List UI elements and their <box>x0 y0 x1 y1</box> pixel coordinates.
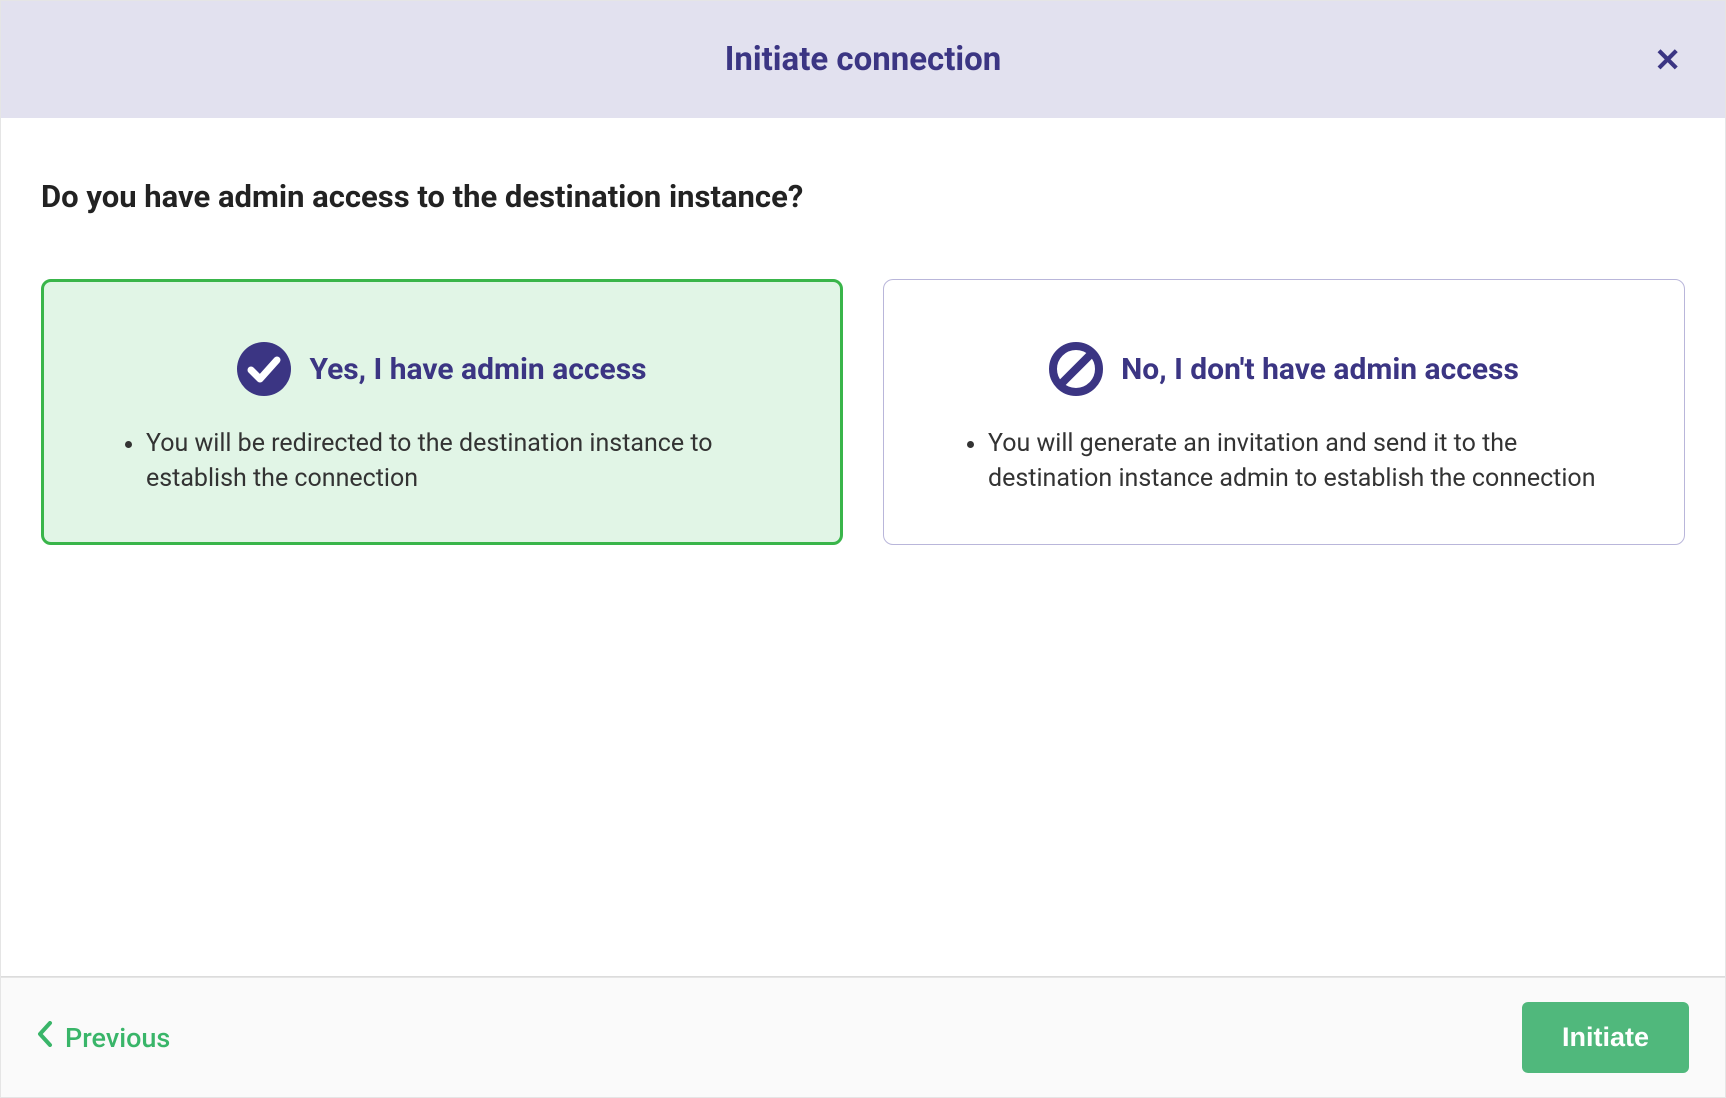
option-cards: Yes, I have admin access You will be red… <box>41 279 1685 545</box>
admin-access-question: Do you have admin access to the destinat… <box>41 178 1685 215</box>
modal-body: Do you have admin access to the destinat… <box>1 118 1725 976</box>
chevron-left-icon <box>37 1021 53 1054</box>
option-yes-bullet: You will be redirected to the destinatio… <box>146 426 784 496</box>
option-no-header: No, I don't have admin access <box>932 342 1636 396</box>
check-circle-icon <box>237 342 291 396</box>
option-yes-bullets: You will be redirected to the destinatio… <box>90 426 794 496</box>
option-no-bullets: You will generate an invitation and send… <box>932 426 1636 496</box>
option-yes-title: Yes, I have admin access <box>309 352 646 387</box>
close-icon: ✕ <box>1654 41 1681 79</box>
option-no-admin-access[interactable]: No, I don't have admin access You will g… <box>883 279 1685 545</box>
no-entry-icon <box>1049 342 1103 396</box>
initiate-button[interactable]: Initiate <box>1522 1002 1689 1073</box>
modal-footer: Previous Initiate <box>1 977 1725 1097</box>
close-button[interactable]: ✕ <box>1640 36 1695 84</box>
modal-title: Initiate connection <box>725 40 1002 79</box>
option-no-title: No, I don't have admin access <box>1121 352 1519 387</box>
option-yes-admin-access[interactable]: Yes, I have admin access You will be red… <box>41 279 843 545</box>
option-yes-header: Yes, I have admin access <box>90 342 794 396</box>
option-no-bullet: You will generate an invitation and send… <box>988 426 1626 496</box>
previous-label: Previous <box>65 1022 170 1054</box>
previous-button[interactable]: Previous <box>37 1021 170 1054</box>
modal-header: Initiate connection ✕ <box>1 1 1725 118</box>
initiate-connection-modal: Initiate connection ✕ Do you have admin … <box>0 0 1726 1098</box>
